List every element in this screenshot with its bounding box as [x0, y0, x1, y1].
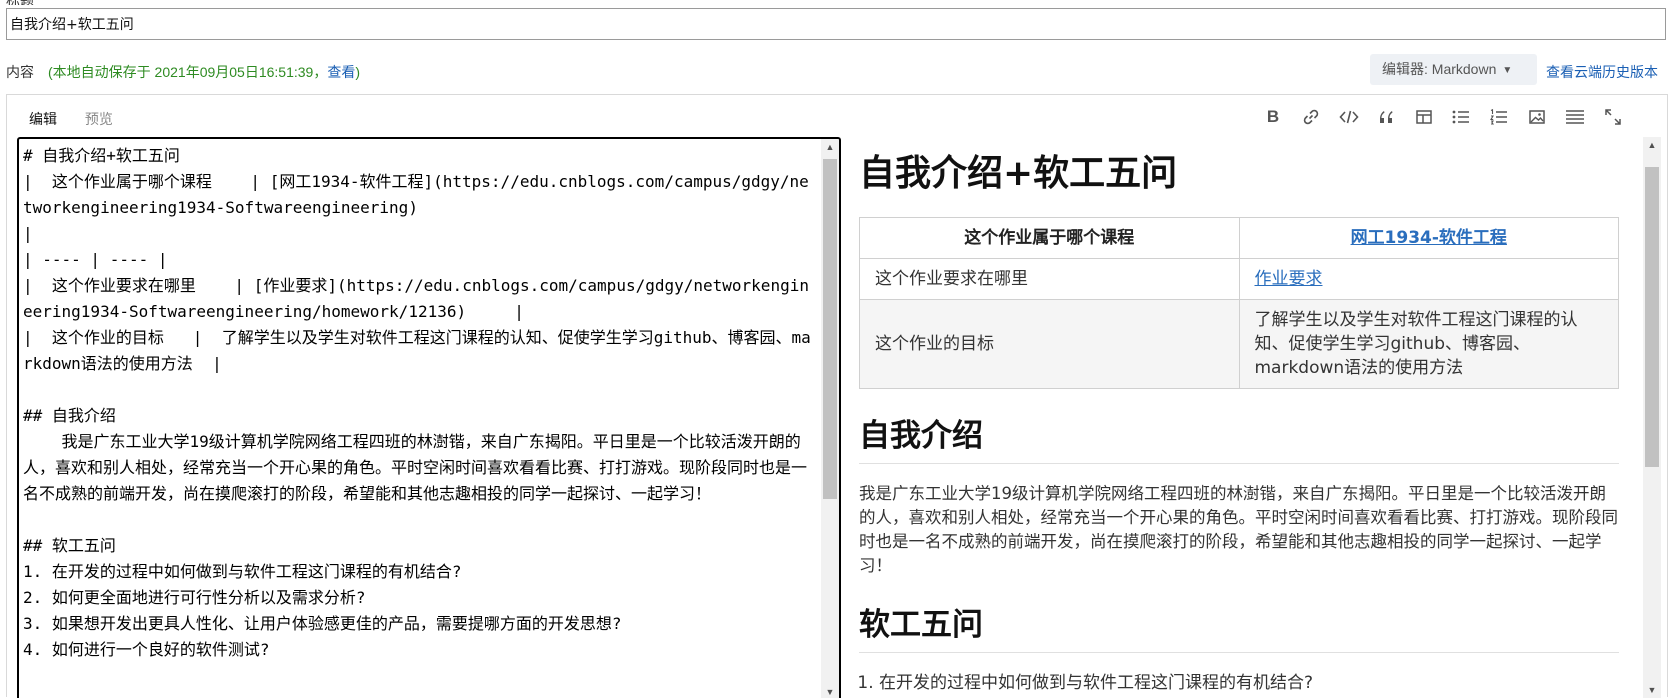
source-line[interactable]: ## 软工五问	[23, 533, 813, 559]
table-row: 这个作业的目标 了解学生以及学生对软件工程这门课程的认知、促使学生学习githu…	[859, 299, 1619, 389]
preview-heading-intro: 自我介绍	[859, 415, 1619, 464]
source-line[interactable]: 3. 如果想开发出更具人性化、让用户体验感更佳的产品，需要提哪方面的开发思想?	[23, 611, 813, 637]
horizontal-rule-icon[interactable]	[1563, 105, 1587, 129]
cloud-history-link[interactable]: 查看云端历史版本	[1546, 62, 1658, 82]
source-line[interactable]: 4. 如何进行一个良好的软件测试?	[23, 637, 813, 663]
table-header-link[interactable]: 网工1934-软件工程	[1238, 217, 1619, 259]
source-line[interactable]	[23, 507, 813, 533]
source-line[interactable]: ## 自我介绍	[23, 403, 813, 429]
image-icon[interactable]	[1525, 105, 1549, 129]
source-line[interactable]: 2. 如何更全面地进行可行性分析以及需求分析?	[23, 585, 813, 611]
numbered-list-icon[interactable]	[1487, 105, 1511, 129]
autosave-view-link[interactable]: 查看	[327, 64, 355, 80]
preview-heading-1: 自我介绍+软工五问	[859, 153, 1178, 194]
source-line[interactable]: |	[23, 221, 813, 247]
markdown-source-editor[interactable]: # 自我介绍+软工五问 | 这个作业属于哪个课程 | [网工1934-软件工程](…	[17, 137, 841, 698]
scroll-up-arrow-icon[interactable]: ▲	[821, 139, 839, 155]
table-cell: 这个作业的目标	[859, 299, 1240, 389]
preview-scrollbar-thumb[interactable]	[1645, 167, 1659, 467]
source-line[interactable]: # 自我介绍+软工五问	[23, 143, 813, 169]
table-cell: 作业要求	[1238, 258, 1619, 300]
preview-table: 这个作业属于哪个课程 网工1934-软件工程 这个作业要求在哪里 作业要求 这个…	[859, 217, 1619, 389]
list-item: 在开发的过程中如何做到与软件工程这门课程的有机结合?	[879, 671, 1619, 695]
markdown-editor: 编辑 预览 B # 自我介绍+软工五问 | 这个作业属于哪个课程 | [网工19…	[6, 94, 1668, 698]
preview-intro-paragraph: 我是广东工业大学19级计算机学院网络工程四班的林澍锴，来自广东揭阳。平日里是一个…	[859, 484, 1618, 575]
tab-preview[interactable]: 预览	[85, 109, 113, 129]
source-line[interactable]: | 这个作业要求在哪里 | [作业要求](https://edu.cnblogs…	[23, 273, 813, 325]
fullscreen-icon[interactable]	[1601, 105, 1625, 129]
scroll-down-arrow-icon[interactable]: ▼	[1643, 682, 1661, 698]
source-scrollbar-thumb[interactable]	[823, 159, 837, 499]
table-header-cell: 这个作业属于哪个课程	[859, 217, 1240, 259]
title-input[interactable]	[6, 8, 1666, 40]
scroll-up-arrow-icon[interactable]: ▲	[1643, 137, 1661, 153]
preview-scrollbar[interactable]: ▲ ▼	[1643, 137, 1661, 698]
homework-requirement-link[interactable]: 作业要求	[1255, 269, 1323, 289]
table-icon[interactable]	[1412, 105, 1436, 129]
source-line[interactable]: | 这个作业属于哪个课程 | [网工1934-软件工程](https://edu…	[23, 169, 813, 221]
preview-question-list: 在开发的过程中如何做到与软件工程这门课程的有机结合?	[859, 671, 1619, 695]
source-line[interactable]: | ---- | ---- |	[23, 247, 813, 273]
bold-icon[interactable]: B	[1261, 105, 1285, 129]
code-icon[interactable]	[1337, 105, 1361, 129]
preview-content: 自我介绍+软工五问 这个作业属于哪个课程 网工1934-软件工程 这个作业要求在…	[859, 137, 1619, 695]
table-cell: 了解学生以及学生对软件工程这门课程的认知、促使学生学习github、博客园、ma…	[1238, 299, 1619, 389]
source-text[interactable]: # 自我介绍+软工五问 | 这个作业属于哪个课程 | [网工1934-软件工程](…	[23, 143, 813, 663]
tab-edit[interactable]: 编辑	[29, 109, 57, 129]
content-meta-row: 内容 (本地自动保存于 2021年09月05日16:51:39，查看) 编辑器:…	[6, 54, 1668, 85]
preview-heading-five-questions: 软工五问	[859, 604, 1619, 653]
caret-down-icon: ▼	[1502, 65, 1513, 76]
source-line[interactable]: | 这个作业的目标 | 了解学生以及学生对软件工程这门课程的认知、促使学生学习g…	[23, 325, 813, 377]
table-header-row: 这个作业属于哪个课程 网工1934-软件工程	[859, 217, 1619, 259]
title-label: 标题	[6, 0, 34, 5]
source-line[interactable]: 1. 在开发的过程中如何做到与软件工程这门课程的有机结合?	[23, 559, 813, 585]
markdown-preview: 自我介绍+软工五问 这个作业属于哪个课程 网工1934-软件工程 这个作业要求在…	[843, 137, 1667, 698]
source-scrollbar[interactable]: ▲ ▼	[821, 139, 839, 698]
source-line[interactable]	[23, 377, 813, 403]
source-line[interactable]: 我是广东工业大学19级计算机学院网络工程四班的林澍锴，来自广东揭阳。平日里是一个…	[23, 429, 813, 507]
editor-tabs: 编辑 预览	[29, 109, 137, 129]
quote-icon[interactable]	[1374, 105, 1398, 129]
content-label: 内容	[6, 64, 34, 80]
bullet-list-icon[interactable]	[1449, 105, 1473, 129]
autosave-status: (本地自动保存于 2021年09月05日16:51:39，查看)	[48, 64, 361, 80]
table-cell: 这个作业要求在哪里	[859, 258, 1240, 300]
link-icon[interactable]	[1299, 105, 1323, 129]
editor-type-select[interactable]: 编辑器: Markdown ▼	[1370, 54, 1537, 85]
scroll-down-arrow-icon[interactable]: ▼	[821, 684, 839, 698]
table-row: 这个作业要求在哪里 作业要求	[859, 258, 1619, 300]
